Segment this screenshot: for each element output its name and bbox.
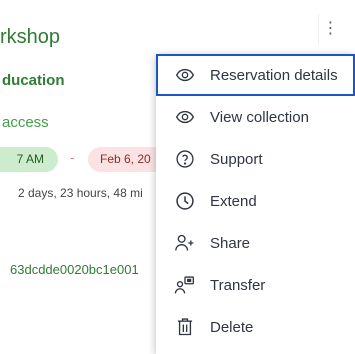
menu-item-share[interactable]: Share bbox=[156, 222, 355, 264]
eye-icon bbox=[174, 106, 196, 128]
clock-icon bbox=[174, 190, 196, 212]
menu-item-delete[interactable]: Delete bbox=[156, 306, 355, 348]
access-label: access bbox=[2, 114, 49, 131]
menu-item-label: Delete bbox=[210, 318, 254, 336]
remaining-duration: 2 days, 23 hours, 48 mi bbox=[18, 186, 143, 200]
menu-item-reservation-details[interactable]: Reservation details bbox=[156, 54, 355, 96]
menu-item-label: Transfer bbox=[210, 276, 266, 294]
help-circle-icon bbox=[174, 148, 196, 170]
menu-item-label: View collection bbox=[210, 108, 309, 126]
menu-item-view-collection[interactable]: View collection bbox=[156, 96, 355, 138]
reservation-subtitle: ducation bbox=[2, 72, 65, 89]
user-transfer-icon bbox=[174, 274, 196, 296]
menu-item-label: Support bbox=[210, 150, 263, 168]
start-time-badge: 7 AM bbox=[0, 147, 58, 172]
menu-item-extend[interactable]: Extend bbox=[156, 180, 355, 222]
user-plus-icon bbox=[174, 232, 196, 254]
eye-icon bbox=[174, 64, 196, 86]
menu-item-label: Reservation details bbox=[210, 66, 338, 84]
reservation-id: 63dcdde0020bc1e001 bbox=[10, 262, 139, 277]
more-vertical-icon: ⋮ bbox=[322, 20, 339, 37]
menu-item-label: Share bbox=[210, 234, 251, 252]
screen: rkshop ducation access 7 AM - Feb 6, 20 … bbox=[0, 0, 355, 354]
more-options-button[interactable]: ⋮ bbox=[318, 14, 342, 44]
menu-item-support[interactable]: Support bbox=[156, 138, 355, 180]
menu-item-label: Extend bbox=[210, 192, 257, 210]
time-separator: - bbox=[70, 150, 75, 165]
actions-menu: Reservation details View collection Supp… bbox=[156, 54, 355, 354]
reservation-title[interactable]: rkshop bbox=[0, 26, 60, 49]
menu-item-transfer[interactable]: Transfer bbox=[156, 264, 355, 306]
trash-icon bbox=[174, 316, 196, 338]
